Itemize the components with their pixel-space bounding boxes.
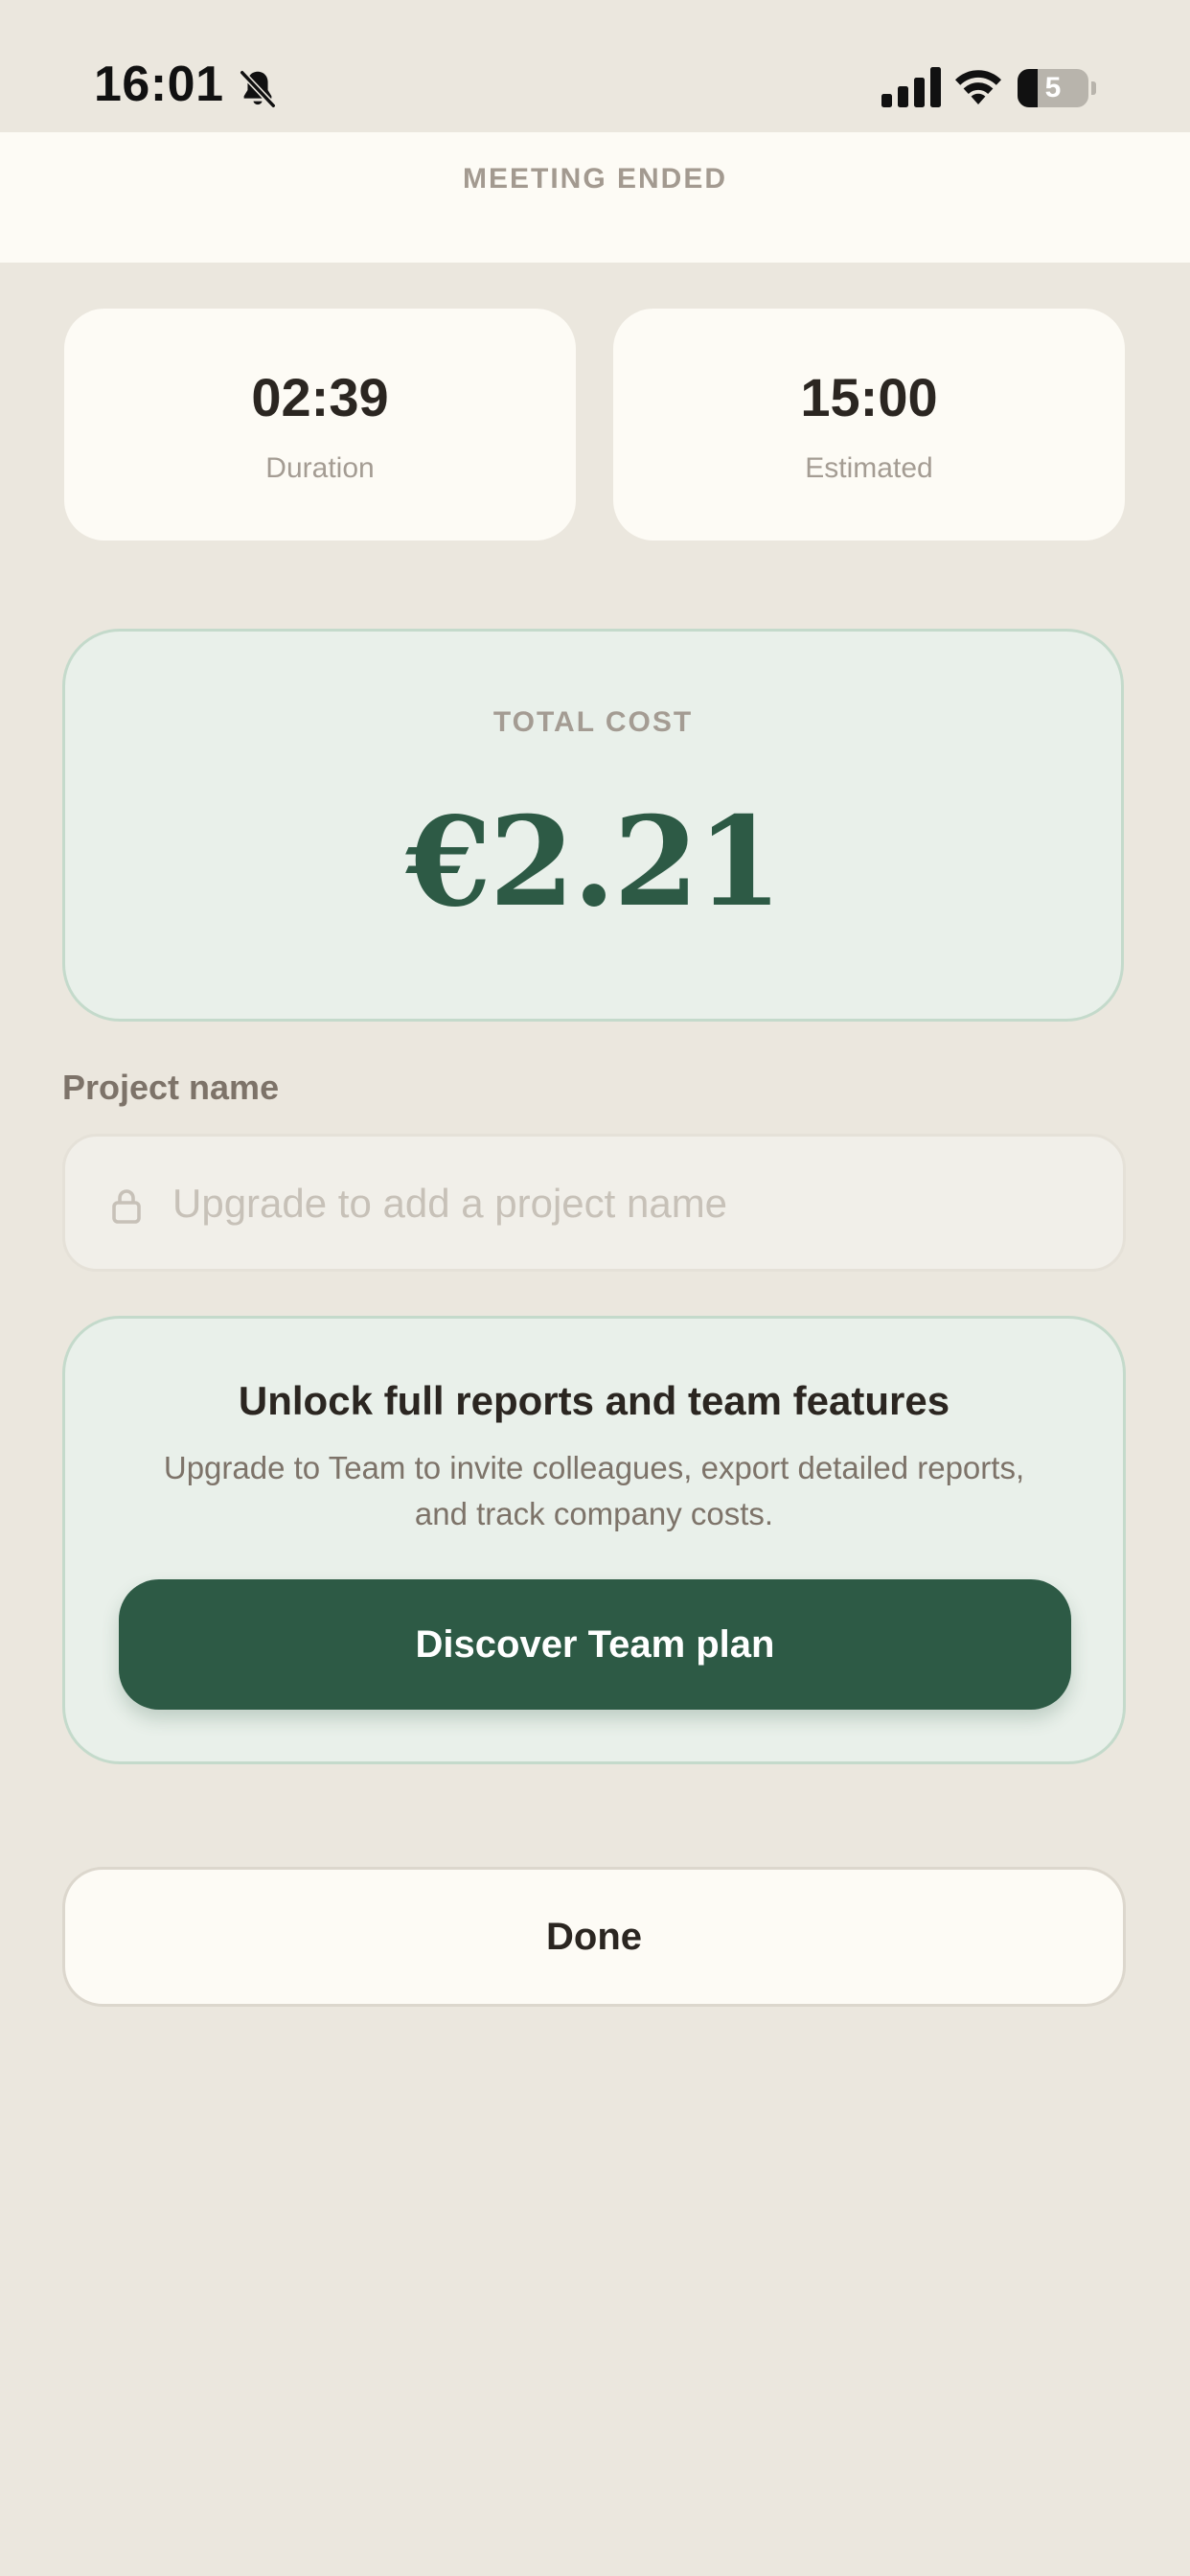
- battery-cap: [1091, 81, 1096, 95]
- project-name-field[interactable]: Upgrade to add a project name: [62, 1134, 1126, 1272]
- status-time: 16:01: [94, 57, 224, 112]
- battery-body: 5: [1018, 69, 1088, 107]
- done-button[interactable]: Done: [62, 1867, 1126, 2007]
- total-cost-value: €2.21: [405, 791, 783, 934]
- upgrade-card: Unlock full reports and team features Up…: [62, 1316, 1126, 1764]
- cellular-signal-icon: [881, 67, 941, 107]
- duration-value: 02:39: [251, 367, 389, 427]
- duration-card: 02:39 Duration: [64, 309, 576, 540]
- upgrade-description: Upgrade to Team to invite colleagues, ex…: [163, 1450, 1025, 1531]
- battery-icon: 5: [1018, 69, 1096, 107]
- lock-icon: [112, 1189, 141, 1224]
- bell-slash-icon: [239, 69, 277, 109]
- duration-label: Duration: [265, 452, 375, 484]
- project-name-placeholder: Upgrade to add a project name: [172, 1181, 728, 1226]
- upgrade-title: Unlock full reports and team features: [238, 1378, 950, 1423]
- total-cost-label: TOTAL COST: [492, 706, 694, 738]
- battery-percent: 5: [1044, 72, 1062, 104]
- page-title: MEETING ENDED: [462, 163, 728, 195]
- estimated-card: 15:00 Estimated: [613, 309, 1125, 540]
- status-bar: 16:01 5: [0, 0, 1190, 132]
- header-bar: [0, 132, 1190, 263]
- project-name-label: Project name: [62, 1068, 280, 1107]
- wifi-icon: [955, 70, 1001, 104]
- estimated-value: 15:00: [800, 367, 938, 427]
- estimated-label: Estimated: [805, 452, 933, 484]
- discover-team-plan-button[interactable]: Discover Team plan: [119, 1579, 1071, 1710]
- total-cost-card: TOTAL COST €2.21: [62, 629, 1124, 1022]
